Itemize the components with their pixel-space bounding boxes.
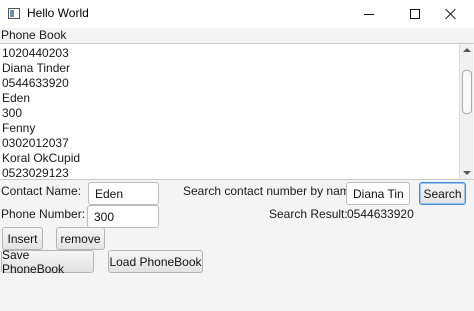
scroll-down-arrow-icon[interactable] [463,171,471,175]
search-result-label: Search Result: [269,207,348,221]
search-result-value: 0544633920 [347,207,414,221]
list-item[interactable]: 0523029123 [2,166,80,179]
search-button[interactable]: Search [419,182,466,205]
phone-book-list[interactable]: 1020440203 Diana Tinder 0544633920 Eden … [0,43,474,180]
scroll-up-arrow-icon[interactable] [463,48,471,52]
scroll-thumb[interactable] [462,70,472,114]
contact-name-input[interactable] [88,182,159,205]
save-phonebook-button[interactable]: Save PhoneBook [1,248,94,276]
phone-number-label: Phone Number: [1,207,86,221]
list-item[interactable]: Koral OkCupid [2,151,80,166]
phone-number-input[interactable] [87,205,159,228]
vertical-scrollbar[interactable] [459,44,473,179]
phone-book-label: Phone Book [1,28,67,42]
close-icon [445,8,457,20]
list-item[interactable]: Eden [2,91,80,106]
minimize-icon [364,13,374,15]
load-phonebook-button[interactable]: Load PhoneBook [108,250,203,273]
search-input[interactable] [346,182,410,205]
list-item[interactable]: 0544633920 [2,76,80,91]
close-button[interactable] [428,0,474,28]
list-item[interactable]: 1020440203 [2,46,80,61]
window-title: Hello World [27,6,89,20]
app-window-icon [8,8,20,19]
list-item[interactable]: 0302012037 [2,136,80,151]
list-lines: 1020440203 Diana Tinder 0544633920 Eden … [2,46,80,179]
contact-name-label: Contact Name: [1,184,82,198]
list-item[interactable]: Fenny [2,121,80,136]
title-bar: Hello World [0,0,474,28]
list-item[interactable]: Diana Tinder [2,61,80,76]
list-item[interactable]: 300 [2,106,80,121]
minimize-button[interactable] [346,0,392,28]
maximize-icon [410,9,420,19]
search-label: Search contact number by name: [183,184,360,198]
